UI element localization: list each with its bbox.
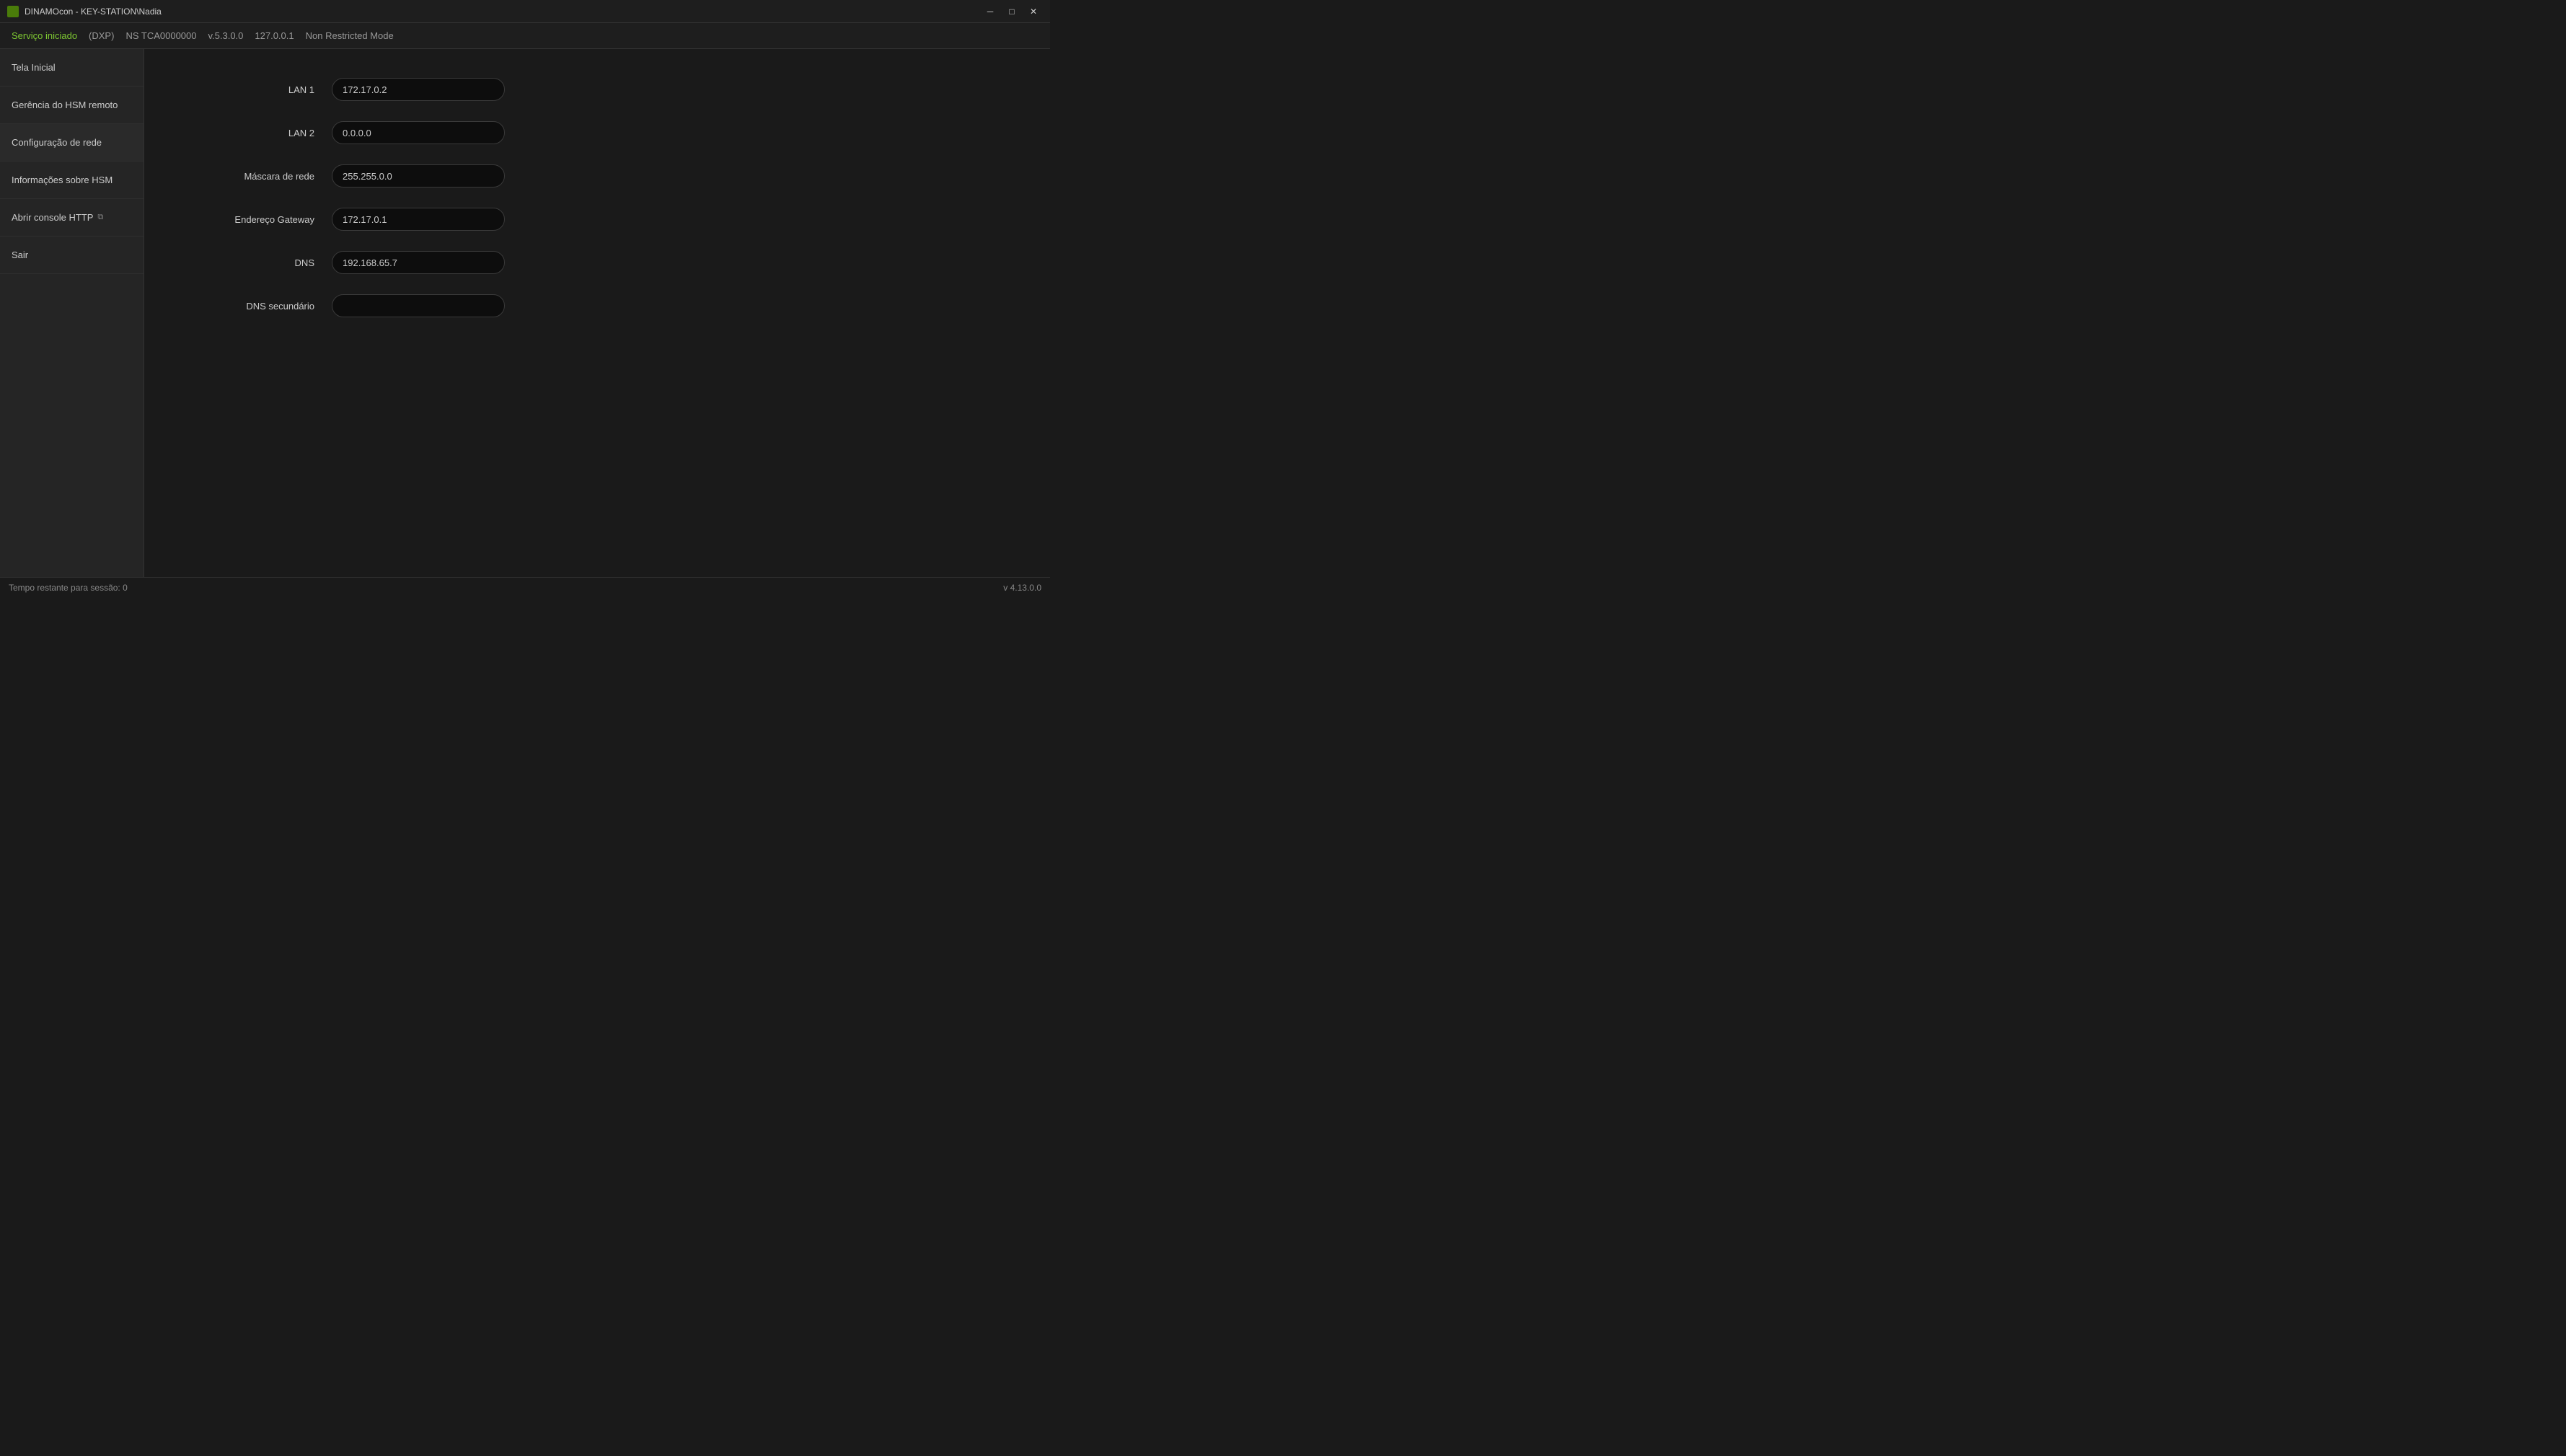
form-row-gateway: Endereço Gateway: [188, 208, 1007, 231]
app-body: Tela Inicial Gerência do HSM remoto Conf…: [0, 49, 1050, 577]
main-content: LAN 1 LAN 2 Máscara de rede Endereço Gat…: [144, 49, 1050, 577]
input-dns2[interactable]: [332, 294, 505, 317]
input-mascara[interactable]: [332, 164, 505, 187]
label-lan1: LAN 1: [188, 84, 332, 95]
window-controls: ─ □ ✕: [981, 4, 1043, 19]
label-dns: DNS: [188, 257, 332, 268]
sidebar: Tela Inicial Gerência do HSM remoto Conf…: [0, 49, 144, 577]
sidebar-item-label: Gerência do HSM remoto: [12, 100, 118, 110]
label-gateway: Endereço Gateway: [188, 214, 332, 225]
input-lan1[interactable]: [332, 78, 505, 101]
status-bar-bottom: Tempo restante para sessão: 0 v 4.13.0.0: [0, 577, 1050, 597]
sidebar-item-label: Configuração de rede: [12, 137, 102, 148]
ip-label: 127.0.0.1: [255, 30, 294, 41]
sidebar-item-label: Tela Inicial: [12, 62, 56, 73]
label-mascara: Máscara de rede: [188, 171, 332, 182]
form-row-mascara: Máscara de rede: [188, 164, 1007, 187]
form-row-dns2: DNS secundário: [188, 294, 1007, 317]
sidebar-item-tela-inicial[interactable]: Tela Inicial: [0, 49, 144, 87]
sidebar-item-gerencia-hsm[interactable]: Gerência do HSM remoto: [0, 87, 144, 124]
session-info: Tempo restante para sessão: 0: [9, 583, 128, 593]
label-lan2: LAN 2: [188, 128, 332, 138]
mode-label: Non Restricted Mode: [306, 30, 394, 41]
sidebar-item-abrir-console[interactable]: Abrir console HTTP ⧉: [0, 199, 144, 237]
app-logo: [7, 6, 19, 17]
sidebar-item-label: Abrir console HTTP: [12, 212, 93, 223]
session-label: Tempo restante para sessão:: [9, 583, 120, 593]
session-value: 0: [123, 583, 128, 593]
window-title: DINAMOcon - KEY-STATION\Nadia: [25, 6, 981, 17]
form-row-lan2: LAN 2: [188, 121, 1007, 144]
sidebar-item-info-hsm[interactable]: Informações sobre HSM: [0, 162, 144, 199]
ns-label: NS TCA0000000: [125, 30, 196, 41]
service-status: Serviço iniciado: [12, 30, 77, 41]
label-dns2: DNS secundário: [188, 301, 332, 312]
input-dns[interactable]: [332, 251, 505, 274]
maximize-button[interactable]: □: [1002, 4, 1021, 19]
bottom-version: v 4.13.0.0: [1003, 583, 1041, 593]
minimize-button[interactable]: ─: [981, 4, 1000, 19]
sidebar-item-config-rede[interactable]: Configuração de rede: [0, 124, 144, 162]
dxp-label: (DXP): [89, 30, 114, 41]
close-button[interactable]: ✕: [1024, 4, 1043, 19]
form-row-dns: DNS: [188, 251, 1007, 274]
input-lan2[interactable]: [332, 121, 505, 144]
title-bar: DINAMOcon - KEY-STATION\Nadia ─ □ ✕: [0, 0, 1050, 23]
external-link-icon: ⧉: [97, 213, 103, 222]
sidebar-item-label: Informações sobre HSM: [12, 175, 113, 185]
form-row-lan1: LAN 1: [188, 78, 1007, 101]
status-bar-top: Serviço iniciado (DXP) NS TCA0000000 v.5…: [0, 23, 1050, 49]
version-label: v.5.3.0.0: [208, 30, 243, 41]
sidebar-item-sair[interactable]: Sair: [0, 237, 144, 274]
input-gateway[interactable]: [332, 208, 505, 231]
sidebar-item-label: Sair: [12, 250, 28, 260]
